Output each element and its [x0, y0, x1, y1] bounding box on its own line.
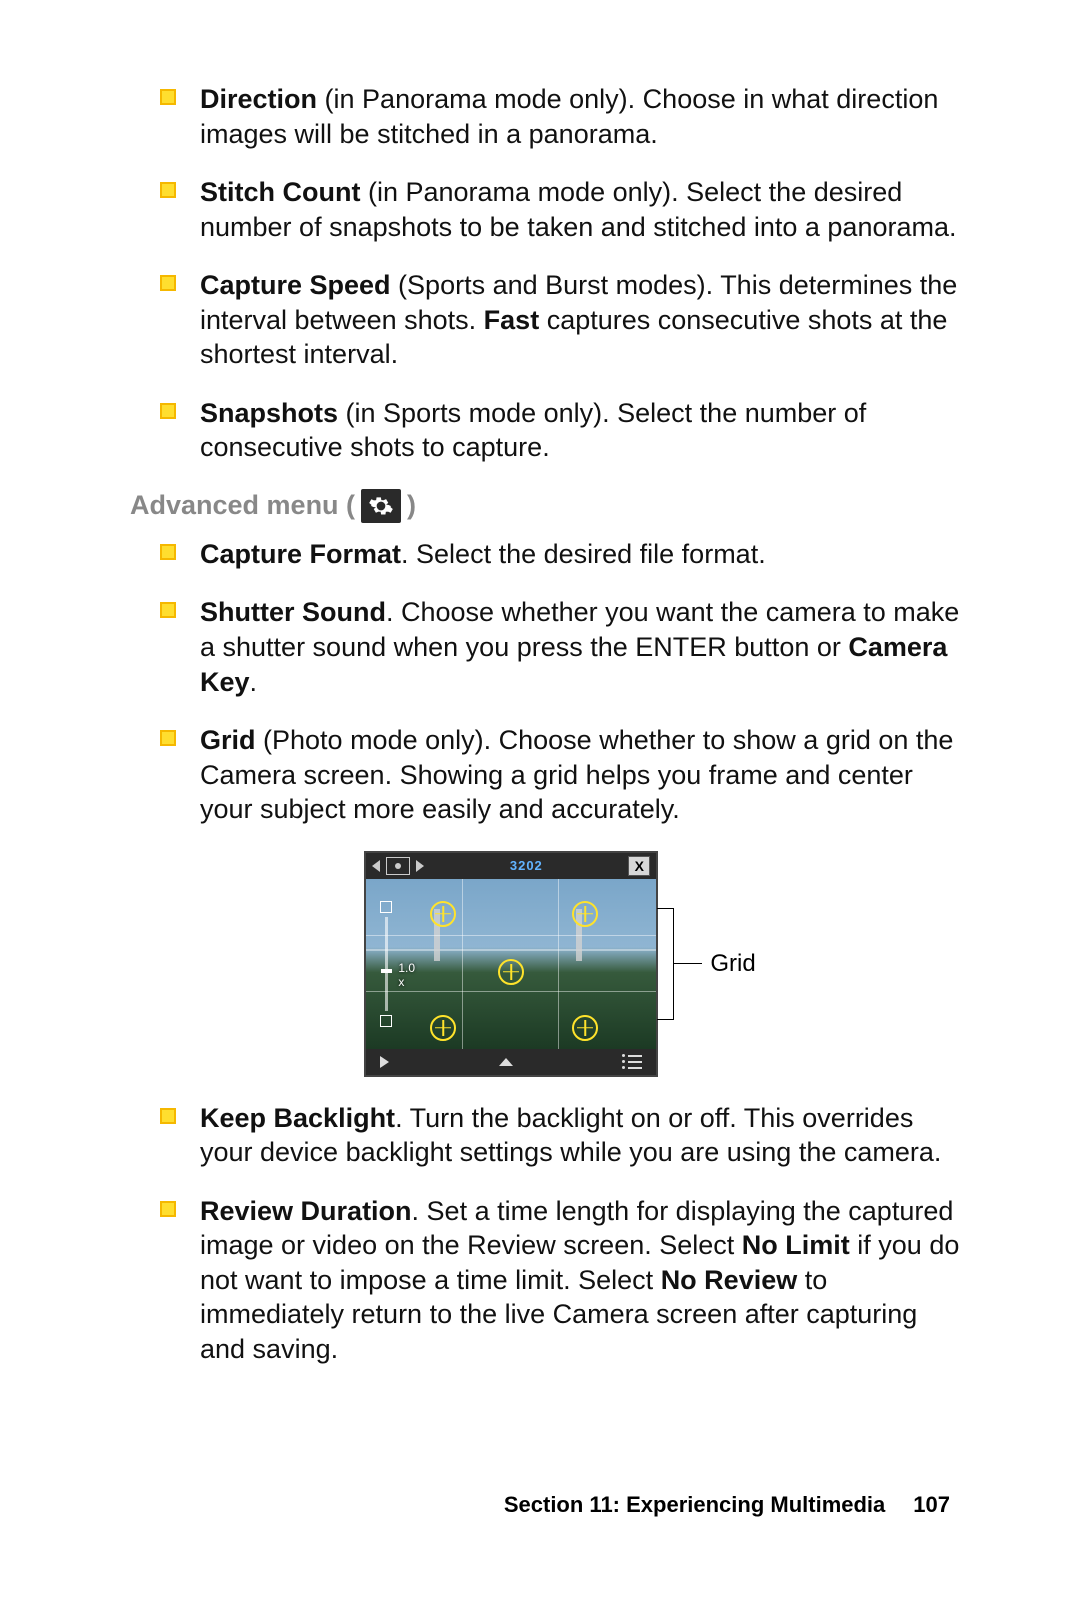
triangle-right-icon — [416, 860, 424, 872]
focus-target-icon — [498, 959, 524, 985]
camera-top-bar: 3202 X — [366, 853, 656, 879]
camera-bottom-bar — [366, 1049, 656, 1075]
bullet-icon — [160, 1108, 176, 1124]
term: Direction — [200, 84, 317, 114]
grid-line — [558, 879, 559, 1049]
focus-target-icon — [430, 1015, 456, 1041]
focus-target-icon — [572, 901, 598, 927]
bullet-text: Capture Format. Select the desired file … — [200, 537, 960, 572]
menu-icon — [622, 1054, 642, 1069]
bullet-text: Capture Speed (Sports and Burst modes). … — [200, 268, 960, 372]
bullet-text: Grid (Photo mode only). Choose whether t… — [200, 723, 960, 827]
arrow-up-icon — [499, 1058, 513, 1066]
grid-figure: 3202 X 1.0 x — [160, 851, 960, 1077]
figure-callout: Grid — [658, 908, 755, 1020]
focus-target-icon — [572, 1015, 598, 1041]
grid-line — [462, 879, 463, 1049]
bullet-capture-speed: Capture Speed (Sports and Burst modes). … — [160, 268, 960, 372]
bullet-icon — [160, 1201, 176, 1217]
bullet-text: Direction (in Panorama mode only). Choos… — [200, 82, 960, 151]
bullet-icon — [160, 182, 176, 198]
bullet-snapshots: Snapshots (in Sports mode only). Select … — [160, 396, 960, 465]
bullet-direction: Direction (in Panorama mode only). Choos… — [160, 82, 960, 151]
callout-label: Grid — [710, 950, 755, 978]
bullet-icon — [160, 403, 176, 419]
page-footer: Section 11: Experiencing Multimedia 107 — [504, 1492, 950, 1518]
term: Snapshots — [200, 398, 338, 428]
advanced-menu-heading: Advanced menu ( ) — [130, 489, 960, 523]
bullet-icon — [160, 602, 176, 618]
bullet-review-duration: Review Duration. Set a time length for d… — [160, 1194, 960, 1367]
zoom-level: 1.0 x — [398, 961, 415, 989]
heading-suffix: ) — [407, 490, 416, 521]
heading-prefix: Advanced menu ( — [130, 490, 355, 521]
grid-line — [366, 935, 656, 936]
camera-preview: 3202 X 1.0 x — [364, 851, 658, 1077]
bullet-text: Stitch Count (in Panorama mode only). Se… — [200, 175, 960, 244]
bullet-keep-backlight: Keep Backlight. Turn the backlight on or… — [160, 1101, 960, 1170]
bullet-text: Snapshots (in Sports mode only). Select … — [200, 396, 960, 465]
bullet-icon — [160, 730, 176, 746]
camera-viewport: 1.0 x — [366, 879, 656, 1049]
bullet-icon — [160, 275, 176, 291]
bullet-text: Review Duration. Set a time length for d… — [200, 1194, 960, 1367]
bullet-text: Shutter Sound. Choose whether you want t… — [200, 595, 960, 699]
close-icon: X — [628, 856, 650, 876]
triangle-left-icon — [372, 860, 380, 872]
page-number: 107 — [913, 1492, 950, 1518]
grid-line — [366, 991, 656, 992]
gear-icon — [361, 489, 401, 523]
bullet-grid: Grid (Photo mode only). Choose whether t… — [160, 723, 960, 827]
bullet-text: Keep Backlight. Turn the backlight on or… — [200, 1101, 960, 1170]
term: Stitch Count — [200, 177, 360, 207]
focus-target-icon — [430, 901, 456, 927]
bullet-icon — [160, 544, 176, 560]
bullet-stitch-count: Stitch Count (in Panorama mode only). Se… — [160, 175, 960, 244]
footer-section: Section 11: Experiencing Multimedia — [504, 1492, 885, 1518]
mode-icon — [386, 857, 410, 875]
bullet-capture-format: Capture Format. Select the desired file … — [160, 537, 960, 572]
bullet-shutter-sound: Shutter Sound. Choose whether you want t… — [160, 595, 960, 699]
bullet-icon — [160, 89, 176, 105]
manual-page: Direction (in Panorama mode only). Choos… — [0, 0, 1080, 1598]
shots-remaining: 3202 — [510, 858, 543, 873]
zoom-slider: 1.0 x — [378, 901, 394, 1027]
play-icon — [380, 1056, 389, 1068]
